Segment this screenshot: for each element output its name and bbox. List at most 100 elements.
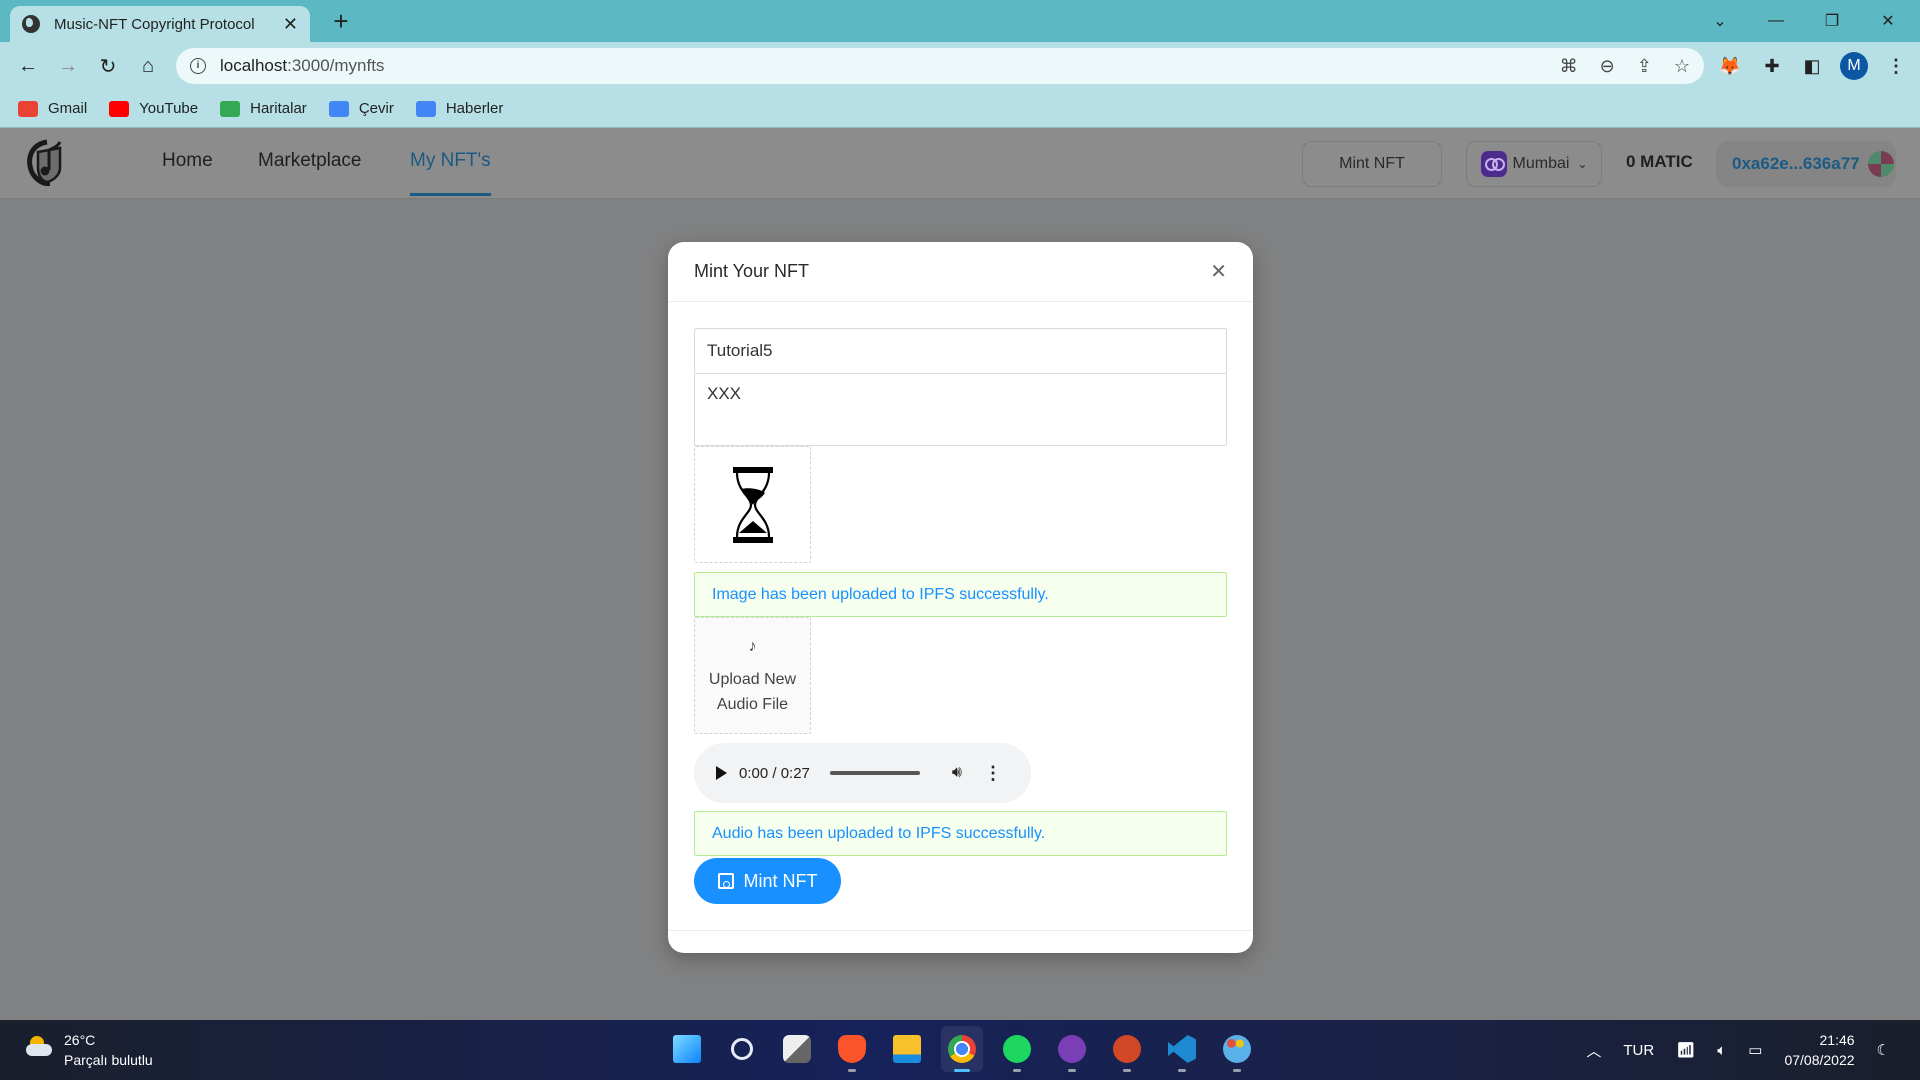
profile-avatar[interactable]: M	[1840, 52, 1868, 80]
zoom-out-icon[interactable]: ⊖	[1600, 56, 1615, 77]
taskbar-chrome[interactable]	[941, 1026, 983, 1072]
clock[interactable]: 21:46 07/08/2022	[1784, 1030, 1854, 1070]
taskbar-search[interactable]	[721, 1026, 763, 1072]
temperature: 26°C	[64, 1032, 96, 1048]
tab-close-icon[interactable]: ✕	[283, 14, 298, 35]
search-icon	[731, 1038, 753, 1060]
taskbar-task-view[interactable]	[776, 1026, 818, 1072]
paint-icon	[1223, 1035, 1251, 1063]
battery-charging-icon[interactable]: ▭	[1748, 1041, 1762, 1059]
bookmark-youtube[interactable]: YouTube	[109, 100, 198, 117]
reload-button[interactable]: ↻	[92, 50, 124, 82]
chevron-down-icon: ⌄	[1577, 157, 1588, 171]
side-panel-icon[interactable]: ◧	[1796, 50, 1828, 82]
taskbar-brave[interactable]	[831, 1026, 873, 1072]
home-button[interactable]: ⌂	[132, 50, 164, 82]
wallet-address-button[interactable]: 0xa62e...636a77	[1716, 141, 1896, 187]
back-button[interactable]: ←	[12, 50, 44, 82]
close-icon[interactable]: ✕	[1210, 259, 1227, 284]
windows-start-icon	[673, 1035, 701, 1063]
browser-tab-strip: Music-NFT Copyright Protocol ✕ + ⌄ — ❐ ✕	[0, 0, 1920, 42]
show-hidden-icons-chevron-up-icon[interactable]: ︿	[1586, 1040, 1601, 1061]
input-language[interactable]: TUR	[1623, 1042, 1654, 1059]
bookmark-gmail[interactable]: Gmail	[18, 100, 87, 117]
wallet-identicon-icon	[1867, 151, 1894, 177]
audio-progress-slider[interactable]	[829, 771, 920, 775]
site-info-icon[interactable]: i	[190, 58, 206, 74]
nav-home[interactable]: Home	[162, 150, 213, 172]
bookmark-haberler[interactable]: Haberler	[415, 100, 503, 117]
browser-tab[interactable]: Music-NFT Copyright Protocol ✕	[10, 6, 310, 42]
notifications-moon-icon[interactable]: ☾	[1877, 1041, 1890, 1059]
audio-upload-box[interactable]: ♪ Upload New Audio File	[694, 617, 811, 734]
translate-icon[interactable]: ⌘	[1560, 56, 1578, 77]
github-icon	[1058, 1035, 1086, 1063]
tab-search-chevron-icon[interactable]: ⌄	[1692, 0, 1748, 42]
mint-nft-modal: Mint Your NFT ✕ Tutorial5 XXX Image has …	[668, 242, 1253, 953]
polygon-icon	[1480, 151, 1507, 177]
volume-icon[interactable]: 🔊︎	[952, 764, 962, 782]
modal-title: Mint Your NFT	[694, 261, 810, 281]
browser-toolbar: ← → ↻ ⌂ i localhost:3000/mynfts ⌘ ⊖ ⇪ ☆ …	[0, 42, 1920, 90]
wifi-icon[interactable]: 📶︎	[1676, 1041, 1695, 1059]
nft-description-textarea[interactable]: XXX	[694, 374, 1227, 446]
audio-file-icon: ♪	[748, 638, 757, 655]
nav-my-nfts[interactable]: My NFT's	[410, 150, 491, 196]
nft-name-input[interactable]: Tutorial5	[694, 328, 1227, 374]
news-icon	[415, 100, 436, 117]
bookmarks-bar: Gmail YouTube Haritalar Çevir Haberler	[0, 90, 1920, 128]
gmail-icon	[18, 100, 38, 117]
taskbar-powerpoint[interactable]	[1106, 1026, 1148, 1072]
metamask-extension-icon[interactable]: 🦊	[1714, 50, 1746, 82]
folder-icon	[893, 1035, 921, 1063]
new-tab-button[interactable]: +	[326, 6, 356, 36]
system-tray: ︿ TUR 📶︎ 🔈︎ ▭ 21:46 07/08/2022 ☾	[1586, 1026, 1890, 1074]
network-name: Mumbai	[1512, 155, 1570, 172]
bookmark-haritalar[interactable]: Haritalar	[220, 100, 307, 117]
speaker-icon[interactable]: 🔈︎	[1717, 1042, 1726, 1059]
share-icon[interactable]: ⇪	[1637, 56, 1652, 77]
address-bar[interactable]: i localhost:3000/mynfts ⌘ ⊖ ⇪ ☆	[176, 48, 1704, 84]
restore-button[interactable]: ❐	[1804, 0, 1860, 42]
maps-icon	[220, 100, 241, 117]
mint-nft-button[interactable]: Mint NFT	[694, 858, 841, 904]
play-icon[interactable]	[716, 766, 727, 780]
bookmark-cevir[interactable]: Çevir	[328, 100, 394, 117]
audio-upload-label: Upload New Audio File	[708, 671, 797, 713]
translate-icon	[328, 100, 349, 117]
taskbar-vscode[interactable]	[1161, 1026, 1203, 1072]
windows-taskbar: 26°C Parçalı bulutlu ︿ TUR 📶︎ 🔈︎ ▭ 21:46…	[0, 1020, 1920, 1080]
url-path: :3000/mynfts	[287, 56, 385, 75]
youtube-icon	[109, 100, 130, 117]
brave-icon	[838, 1035, 866, 1063]
time: 21:46	[1819, 1032, 1855, 1048]
music-shield-logo-icon[interactable]	[24, 138, 70, 186]
globe-icon	[22, 15, 40, 33]
audio-time: 0:00 / 0:27	[739, 764, 810, 782]
powerpoint-icon	[1113, 1035, 1141, 1063]
close-window-button[interactable]: ✕	[1860, 0, 1916, 42]
weather-widget[interactable]: 26°C Parçalı bulutlu	[24, 1030, 153, 1070]
forward-button[interactable]: →	[52, 50, 84, 82]
audio-options-icon[interactable]: ⋮	[984, 763, 1002, 784]
taskbar-file-explorer[interactable]	[886, 1026, 928, 1072]
image-upload-box[interactable]	[694, 446, 811, 563]
wallet-address: 0xa62e...636a77	[1732, 154, 1860, 173]
taskbar-paint[interactable]	[1216, 1026, 1258, 1072]
app-navbar: Home Marketplace My NFT's Mint NFT Mumba…	[0, 128, 1920, 199]
audio-player: 0:00 / 0:27 🔊︎ ⋮	[694, 743, 1031, 803]
chrome-menu-icon[interactable]: ⋮	[1880, 50, 1912, 82]
vscode-icon	[1168, 1035, 1196, 1063]
extensions-puzzle-icon[interactable]: ✚	[1756, 50, 1788, 82]
taskbar-github-desktop[interactable]	[1051, 1026, 1093, 1072]
taskbar-spotify[interactable]	[996, 1026, 1038, 1072]
weather-condition: Parçalı bulutlu	[64, 1052, 153, 1068]
nav-marketplace[interactable]: Marketplace	[258, 150, 362, 172]
minimize-button[interactable]: —	[1748, 0, 1804, 42]
bookmark-star-icon[interactable]: ☆	[1674, 56, 1690, 77]
modal-footer-divider	[668, 930, 1253, 931]
network-selector[interactable]: Mumbai ⌄	[1466, 141, 1602, 187]
task-view-icon	[783, 1035, 811, 1063]
taskbar-start[interactable]	[666, 1026, 708, 1072]
header-mint-nft-button[interactable]: Mint NFT	[1302, 141, 1442, 187]
